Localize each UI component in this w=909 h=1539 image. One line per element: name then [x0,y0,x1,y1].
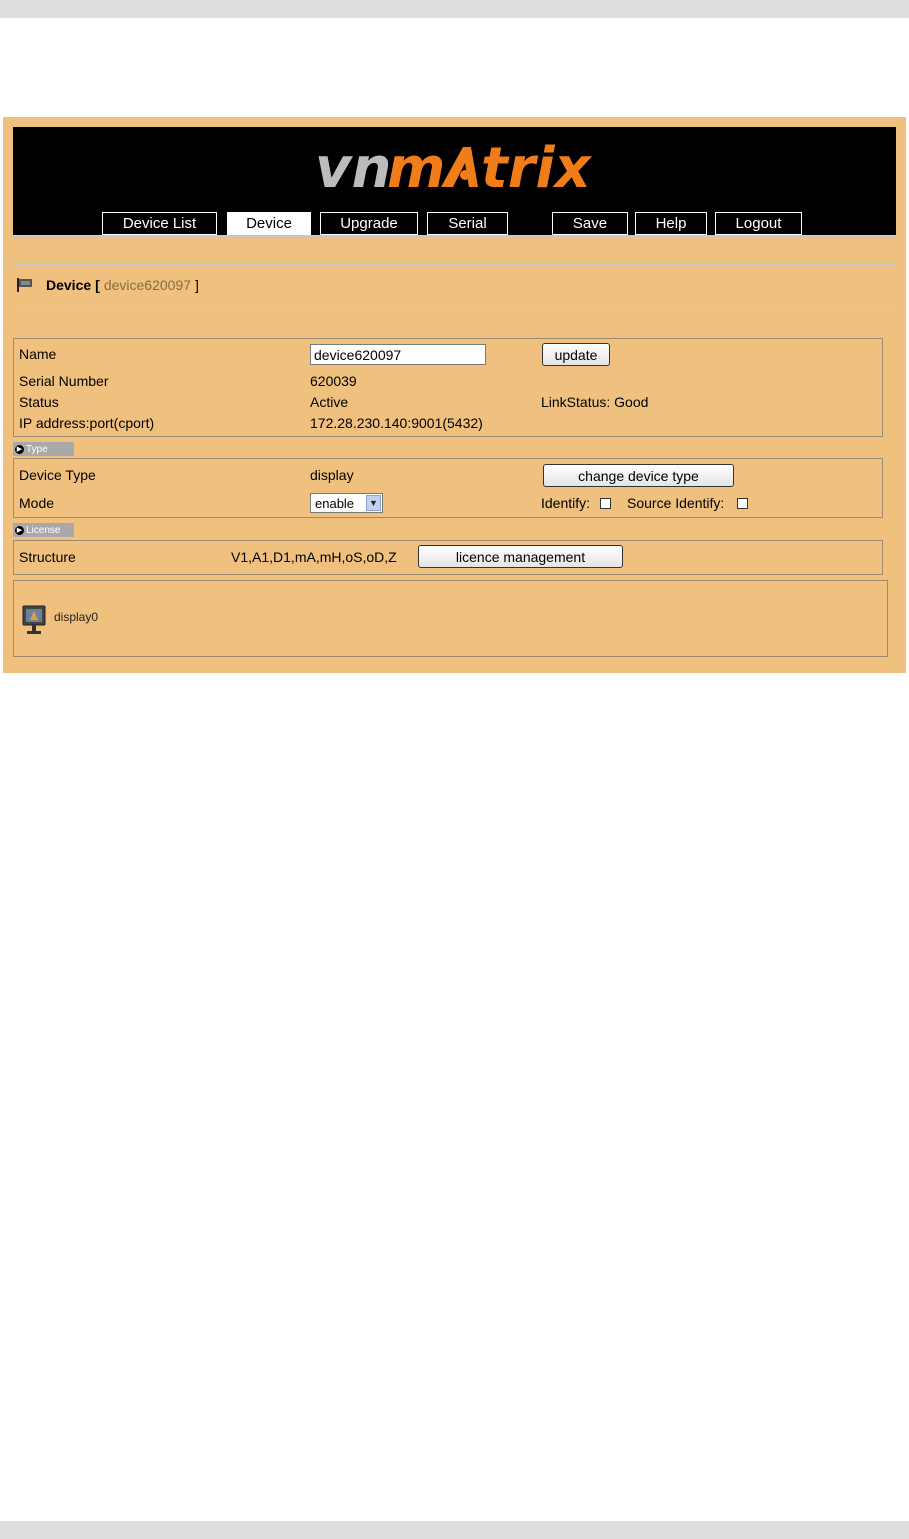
device-type-panel: Device Type display change device type M… [13,458,883,518]
main-nav: Device List Device Upgrade Serial Save H… [13,212,896,237]
app-frame: vn m trix Device List Device Upgrade Ser… [3,117,906,673]
device-item-label: display0 [54,610,99,624]
arrow-right-icon: ▶ [15,525,24,535]
logo-a-glyph [441,147,478,187]
header: vn m trix Device List Device Upgrade Ser… [13,127,896,237]
identify-label: Identify: [541,495,591,511]
license-tab-label: License [26,524,61,536]
name-input-value: device620097 [314,346,402,363]
divider-bottom [13,305,896,306]
type-tab-label: Type [26,443,48,455]
update-button[interactable]: update [542,343,610,366]
licence-management-button[interactable]: licence management [418,545,623,568]
device-info-panel: Name device620097 update Serial Number 6… [13,338,883,437]
monitor-icon [22,605,46,634]
nav-device[interactable]: Device [227,212,311,235]
ip-address-value: 172.28.230.140:9001(5432) [310,415,483,431]
nav-upgrade[interactable]: Upgrade [320,212,418,235]
divider-top [13,264,896,265]
nav-serial[interactable]: Serial [427,212,508,235]
logo-text-trix: trix [481,136,593,201]
page-title-label: Device [46,277,92,293]
status-label: Status [19,394,59,410]
structure-label: Structure [19,549,76,565]
chevron-down-icon: ▼ [366,495,381,511]
serial-number-value: 620039 [310,373,357,389]
top-page-bar [0,0,909,18]
name-input[interactable]: device620097 [310,344,486,365]
header-divider [13,235,896,237]
structure-value: V1,A1,D1,mA,mH,oS,oD,Z [231,549,397,565]
title-bracket-open: [ [95,277,100,293]
mode-select-value: enable [315,495,355,511]
type-section-tab: ▶ Type [13,442,74,456]
device-flag-icon [17,278,32,292]
logo-text-m: m [387,136,445,201]
identify-checkbox[interactable] [600,498,611,509]
source-identify-checkbox[interactable] [737,498,748,509]
nav-help[interactable]: Help [635,212,707,235]
mode-select[interactable]: enable ▼ [310,493,383,513]
nav-device-list[interactable]: Device List [102,212,217,235]
name-label: Name [19,346,57,362]
bottom-page-bar [0,1521,909,1539]
license-section-tab: ▶ License [13,523,74,537]
device-type-label: Device Type [19,467,96,483]
title-bracket-close: ] [195,277,199,293]
device-outputs-panel: display0 [13,580,888,657]
page-title: Device [ device620097 ] [16,274,199,296]
nav-logout[interactable]: Logout [715,212,802,235]
mode-label: Mode [19,495,55,511]
vnmatrix-logo: vn m trix [313,135,603,205]
arrow-right-icon: ▶ [15,444,24,454]
license-panel: Structure V1,A1,D1,mA,mH,oS,oD,Z licence… [13,540,883,575]
logo-text-vn: vn [315,136,391,201]
page-title-device-name: device620097 [103,277,192,293]
change-device-type-button[interactable]: change device type [543,464,734,487]
nav-save[interactable]: Save [552,212,628,235]
device-type-value: display [310,467,354,483]
link-status: LinkStatus: Good [541,394,649,410]
status-value: Active [310,394,349,410]
source-identify-label: Source Identify: [627,495,725,511]
ip-address-label: IP address:port(cport) [19,415,155,431]
serial-number-label: Serial Number [19,373,109,389]
